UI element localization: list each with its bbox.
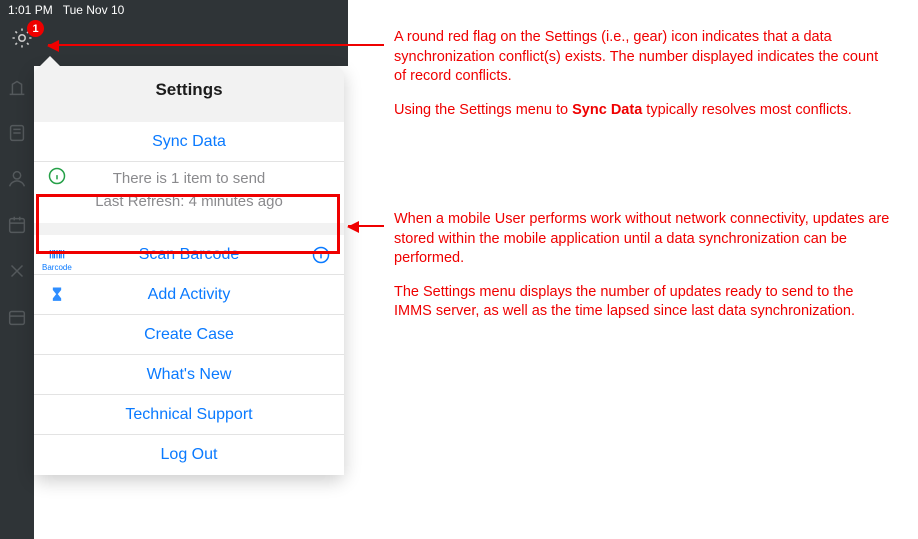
- annotation-arrow-1: [48, 44, 384, 46]
- annotation-text-1: A round red flag on the Settings (i.e., …: [394, 28, 894, 87]
- nav-icon-2[interactable]: [6, 122, 28, 144]
- create-case-row[interactable]: Create Case: [34, 315, 344, 355]
- annotation-text-top: A round red flag on the Settings (i.e., …: [394, 28, 894, 134]
- sync-pending-text: There is 1 item to send: [34, 168, 344, 191]
- nav-icon-6[interactable]: [6, 306, 28, 328]
- conflict-badge: 1: [27, 20, 44, 37]
- add-activity-label: Add Activity: [148, 286, 231, 304]
- statusbar-date: Tue Nov 10: [63, 3, 125, 17]
- actions-section: Barcode Scan Barcode Add Activity Create…: [34, 235, 344, 475]
- statusbar-time: 1:01 PM: [8, 3, 53, 17]
- hourglass-icon: [46, 284, 68, 306]
- create-case-label: Create Case: [144, 326, 234, 344]
- annotation-arrow-2: [348, 225, 384, 227]
- sync-data-row[interactable]: Sync Data: [34, 122, 344, 162]
- sync-data-label: Sync Data: [152, 133, 226, 151]
- whats-new-row[interactable]: What's New: [34, 355, 344, 395]
- annotation-text-middle: When a mobile User performs work without…: [394, 210, 894, 336]
- annotation-text-2: Using the Settings menu to Sync Data typ…: [394, 101, 894, 121]
- log-out-row[interactable]: Log Out: [34, 435, 344, 475]
- popover-caret: [40, 56, 60, 66]
- annotation-text-3: When a mobile User performs work without…: [394, 210, 894, 269]
- settings-popover: Settings Sync Data There is 1 item to se…: [34, 66, 344, 475]
- nav-icon-4[interactable]: [6, 214, 28, 236]
- popover-title: Settings: [34, 66, 344, 114]
- technical-support-label: Technical Support: [125, 406, 252, 424]
- whats-new-label: What's New: [147, 366, 232, 384]
- technical-support-row[interactable]: Technical Support: [34, 395, 344, 435]
- add-activity-row[interactable]: Add Activity: [34, 275, 344, 315]
- side-rail: [0, 66, 34, 539]
- nav-icon-3[interactable]: [6, 168, 28, 190]
- barcode-small-label: Barcode: [42, 263, 72, 272]
- settings-button[interactable]: 1: [10, 26, 38, 54]
- log-out-label: Log Out: [161, 446, 218, 464]
- annotation-text-4: The Settings menu displays the number of…: [394, 283, 894, 322]
- device-frame: 1:01 PM Tue Nov 10 1 Settings Sync Data: [0, 0, 348, 539]
- nav-icon-1[interactable]: [6, 76, 28, 98]
- info-icon: [46, 165, 68, 187]
- annotation-box: [36, 194, 340, 254]
- nav-icon-5[interactable]: [6, 260, 28, 282]
- status-bar: 1:01 PM Tue Nov 10: [0, 0, 348, 20]
